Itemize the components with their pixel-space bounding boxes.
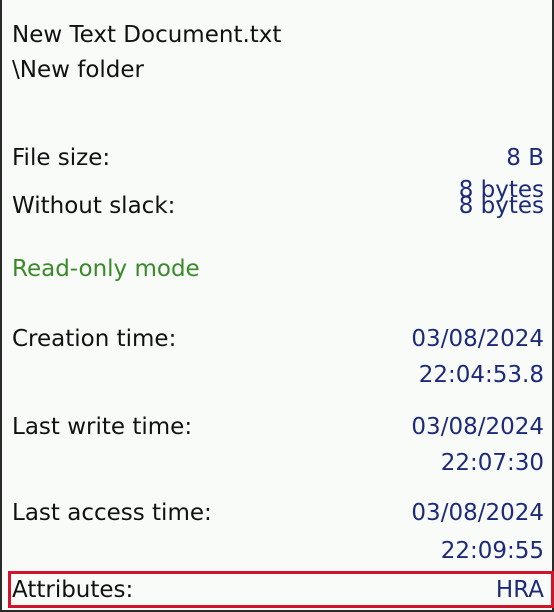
file-size-value: 8 B — [506, 145, 544, 171]
file-path: \New folder — [12, 57, 144, 83]
read-only-mode-label: Read-only mode — [12, 256, 200, 282]
last-write-date-value: 03/08/2024 — [411, 414, 544, 440]
last-write-time-value: 22:07:30 — [440, 450, 544, 476]
file-name: New Text Document.txt — [12, 22, 282, 48]
without-slack-label: Without slack: — [12, 193, 176, 219]
file-size-label: File size: — [12, 145, 111, 171]
last-access-time-value: 22:09:55 — [440, 538, 544, 564]
attributes-value: HRA — [495, 577, 544, 603]
file-properties-panel: New Text Document.txt \New folder File s… — [0, 0, 554, 612]
last-access-time-label: Last access time: — [12, 500, 212, 526]
creation-time-value: 22:04:53.8 — [418, 362, 544, 388]
without-slack-value: 8 bytes — [458, 193, 544, 219]
last-access-date-value: 03/08/2024 — [411, 500, 544, 526]
creation-time-label: Creation time: — [12, 326, 177, 352]
creation-date-value: 03/08/2024 — [411, 326, 544, 352]
attributes-label: Attributes: — [12, 577, 134, 603]
last-write-time-label: Last write time: — [12, 414, 193, 440]
